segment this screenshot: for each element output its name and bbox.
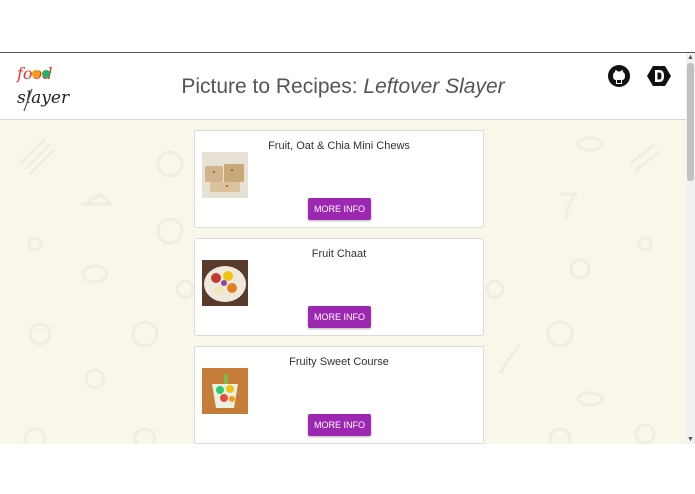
recipe-thumbnail xyxy=(202,368,248,414)
devpost-icon[interactable] xyxy=(647,64,671,88)
strawberry-pattern-icon xyxy=(84,368,106,390)
roast-pattern-icon xyxy=(80,192,114,206)
more-info-button[interactable]: MORE INFO xyxy=(308,198,371,220)
donut-pattern-icon xyxy=(546,320,574,348)
recipe-thumbnail xyxy=(202,152,248,198)
browser-viewport: food slayer Picture to Recipes: Leftover… xyxy=(0,52,695,444)
cocktail-pattern-icon xyxy=(560,192,578,219)
pie-pattern-icon xyxy=(576,136,604,152)
cherry-pattern-icon-2 xyxy=(637,236,653,252)
celery-pattern-icon-2 xyxy=(629,142,661,173)
citrus-pattern-icon xyxy=(156,150,184,178)
scrollbar[interactable]: ▲ ▼ xyxy=(686,53,695,444)
recipe-title: Fruit Chaat xyxy=(311,248,367,260)
broccoli-pattern-icon-2 xyxy=(485,279,505,299)
recipe-card: Fruity Sweet Course MORE INFO xyxy=(194,346,484,444)
recipe-title: Fruit, Oat & Chia Mini Chews xyxy=(268,140,410,152)
pineapple-pattern-icon xyxy=(28,322,52,346)
scroll-up-arrow-icon[interactable]: ▲ xyxy=(686,53,695,62)
page-title-app-name: Leftover Slayer xyxy=(363,75,505,98)
burger-pattern-icon xyxy=(576,391,604,407)
recipe-list: Fruit, Oat & Chia Mini Chews MORE INFO F… xyxy=(194,130,484,444)
recipe-title: Fruity Sweet Course xyxy=(289,356,389,368)
github-icon[interactable] xyxy=(607,64,631,88)
page-title: Picture to Recipes: Leftover Slayer xyxy=(0,75,686,99)
pineapple-pattern-icon-2 xyxy=(634,423,656,444)
app-header: food slayer Picture to Recipes: Leftover… xyxy=(0,53,686,120)
recipe-thumbnail xyxy=(202,260,248,306)
cherry-pattern-icon xyxy=(27,236,43,252)
pineapple-pattern-icon-3 xyxy=(23,427,47,444)
celery-pattern-icon xyxy=(18,137,57,176)
recipe-card: Fruit Chaat MORE INFO xyxy=(194,238,484,336)
more-info-button[interactable]: MORE INFO xyxy=(308,306,371,328)
sausage-pattern-icon xyxy=(81,264,109,284)
watermelon-pattern-icon-2 xyxy=(133,427,157,444)
page-title-main: Picture to Recipes: xyxy=(181,75,364,98)
cookie-pattern-icon xyxy=(156,217,184,245)
more-info-button[interactable]: MORE INFO xyxy=(308,414,371,436)
watermelon-pattern-icon xyxy=(131,320,159,348)
scroll-down-arrow-icon[interactable]: ▼ xyxy=(686,435,695,444)
recipe-card: Fruit, Oat & Chia Mini Chews MORE INFO xyxy=(194,130,484,228)
grill-pattern-icon xyxy=(569,258,591,280)
scrollbar-thumb[interactable] xyxy=(687,63,694,181)
banana-pattern-icon xyxy=(498,343,522,375)
donut-pattern-icon-2 xyxy=(548,427,572,444)
broccoli-pattern-icon xyxy=(175,279,195,299)
